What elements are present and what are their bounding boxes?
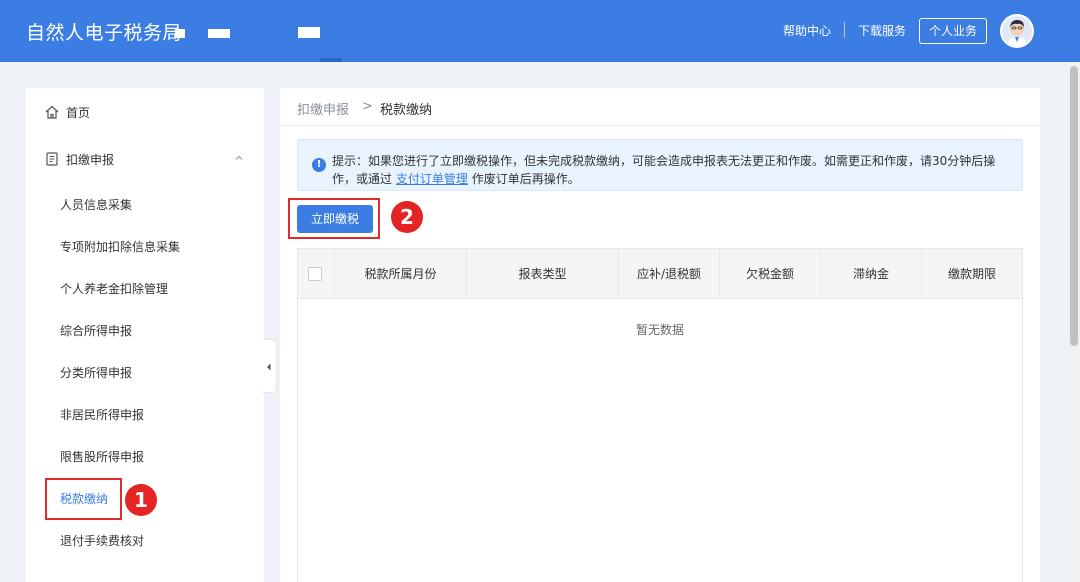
- tax-table: 税款所属月份 报表类型 应补/退税额 欠税金额 滞纳金 缴款期限 暂无数据: [297, 248, 1023, 582]
- sidebar-item-label: 退付手续费核对: [60, 534, 145, 548]
- personal-business-button[interactable]: 个人业务: [919, 18, 987, 44]
- app-title[interactable]: 自然人电子税务局: [26, 18, 182, 45]
- step2-badge: 2: [391, 201, 423, 233]
- sidebar-item-label: 首页: [66, 106, 91, 120]
- document-icon: [46, 152, 58, 166]
- redaction-block: [175, 29, 185, 38]
- breadcrumb-current: 税款缴纳: [380, 103, 433, 118]
- sidebar-item-label: 限售股所得申报: [60, 450, 145, 464]
- sidebar-item-refund-fee-check[interactable]: 退付手续费核对: [26, 520, 264, 560]
- sidebar-item-label: 分类所得申报: [60, 366, 133, 380]
- sidebar-group-label: 扣缴申报: [66, 153, 115, 167]
- caret-left-icon: [267, 363, 271, 371]
- main-panel: 扣缴申报 > 税款缴纳 ! 提示：如果您进行了立即缴税操作，但未完成税款缴纳，可…: [280, 88, 1040, 582]
- column-header-deadline[interactable]: 缴款期限: [922, 249, 1022, 299]
- sidebar-item-label: 个人养老金扣除管理: [60, 282, 169, 296]
- sidebar-item-classified-income[interactable]: 分类所得申报: [26, 352, 264, 392]
- avatar[interactable]: [1000, 14, 1034, 48]
- payment-order-link[interactable]: 支付订单管理: [396, 172, 468, 186]
- sidebar-item-label: 专项附加扣除信息采集: [60, 240, 181, 254]
- sidebar-item-pension[interactable]: 个人养老金扣除管理: [26, 268, 264, 308]
- sidebar-item-label: 非居民所得申报: [60, 408, 145, 422]
- column-header-payable-refund[interactable]: 应补/退税额: [619, 249, 719, 299]
- sidebar: 首页 扣缴申报 人员信息采集 专项附加扣除信息采集 个人养老金扣除管理 综合所得…: [26, 88, 264, 582]
- sidebar-group-withholding[interactable]: 扣缴申报: [26, 139, 264, 179]
- scrollbar-thumb[interactable]: [1070, 66, 1078, 346]
- column-header-late-fee[interactable]: 滞纳金: [821, 249, 921, 299]
- table-header: 税款所属月份 报表类型 应补/退税额 欠税金额 滞纳金 缴款期限: [298, 249, 1022, 299]
- breadcrumb-parent[interactable]: 扣缴申报: [297, 99, 349, 118]
- header-divider: [844, 22, 845, 38]
- sidebar-item-comprehensive-income[interactable]: 综合所得申报: [26, 310, 264, 350]
- column-header-report-type[interactable]: 报表类型: [467, 249, 618, 299]
- user-avatar-icon: [1007, 20, 1027, 46]
- top-header: 自然人电子税务局 帮助中心 下载服务 个人业务: [0, 0, 1080, 62]
- sidebar-item-label: 人员信息采集: [60, 198, 133, 212]
- step1-badge: 1: [125, 484, 157, 516]
- info-icon: !: [312, 158, 326, 172]
- notice-line1: 提示：如果您进行了立即缴税操作，但未完成税款缴纳，可能会造成申报表无法更正和作废…: [332, 154, 996, 168]
- sidebar-item-restricted-stock[interactable]: 限售股所得申报: [26, 436, 264, 476]
- download-service-link[interactable]: 下载服务: [858, 22, 906, 39]
- redaction-block: [298, 27, 320, 38]
- step2-highlight-box: [288, 198, 380, 239]
- select-all-checkbox[interactable]: [308, 267, 322, 281]
- redaction-block: [208, 29, 230, 38]
- home-icon: [45, 105, 59, 119]
- notice-line2-prefix: 作，或通过: [332, 172, 393, 186]
- chevron-up-icon: [235, 155, 243, 160]
- sidebar-item-home[interactable]: 首页: [26, 92, 264, 132]
- step1-highlight-box: [45, 478, 122, 520]
- notice-banner: ! 提示：如果您进行了立即缴税操作，但未完成税款缴纳，可能会造成申报表无法更正和…: [297, 139, 1023, 191]
- sidebar-item-personnel-info[interactable]: 人员信息采集: [26, 184, 264, 224]
- notice-line2-suffix: 作废订单后再操作。: [471, 172, 580, 186]
- sidebar-item-nonresident-income[interactable]: 非居民所得申报: [26, 394, 264, 434]
- sidebar-collapse-toggle[interactable]: [263, 339, 277, 393]
- active-tab-indicator: [320, 58, 342, 62]
- empty-state-text: 暂无数据: [635, 323, 684, 337]
- breadcrumb: 扣缴申报 > 税款缴纳: [280, 88, 1040, 126]
- help-center-link[interactable]: 帮助中心: [783, 22, 831, 39]
- breadcrumb-separator: >: [362, 99, 373, 114]
- notice-line2: 作，或通过 支付订单管理 作废订单后再操作。: [332, 170, 580, 187]
- sidebar-item-special-deduction[interactable]: 专项附加扣除信息采集: [26, 226, 264, 266]
- sidebar-item-label: 综合所得申报: [60, 324, 133, 338]
- column-header-arrears[interactable]: 欠税金额: [720, 249, 820, 299]
- page-scrollbar[interactable]: [1068, 62, 1080, 582]
- column-header-tax-month[interactable]: 税款所属月份: [335, 249, 466, 299]
